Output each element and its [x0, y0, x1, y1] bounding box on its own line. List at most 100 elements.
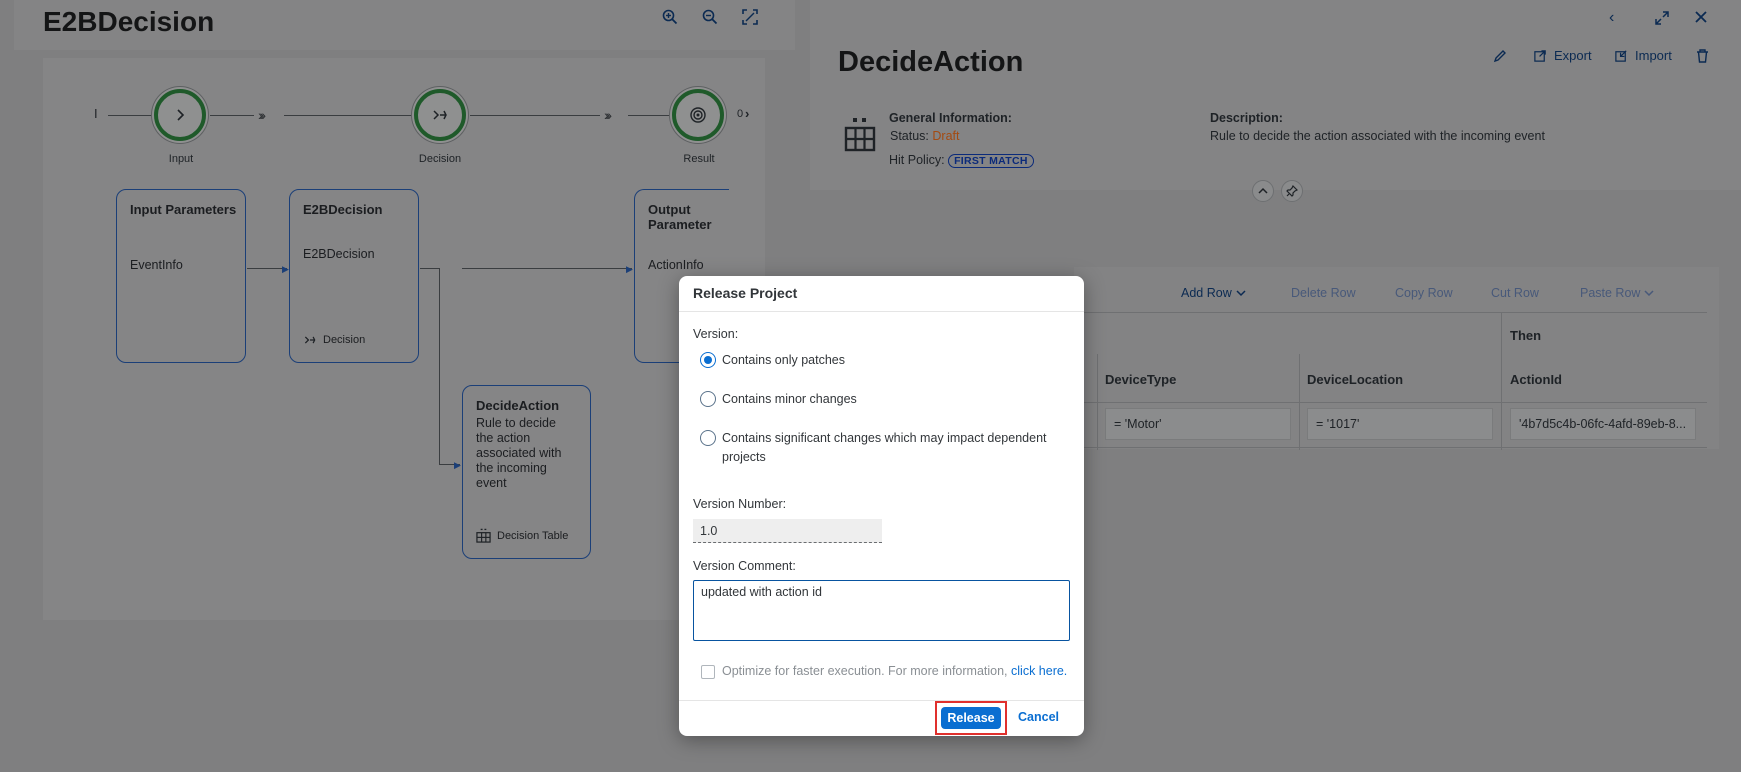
optimize-checkbox[interactable] [701, 665, 715, 679]
connector-line [247, 268, 287, 269]
chevron-down-icon [1236, 289, 1246, 297]
flow-node-label: Input [168, 153, 194, 165]
decideaction-box[interactable]: DecideAction Rule to decide the action a… [462, 385, 591, 559]
zoom-out-icon[interactable] [701, 8, 723, 30]
dialog-footer-divider [679, 700, 1084, 701]
target-icon [689, 106, 707, 124]
click-here-link[interactable]: click here. [1011, 664, 1067, 678]
box-footer: Decision [303, 333, 365, 347]
dialog-header-divider [679, 311, 1084, 312]
radio-selected-dot [704, 356, 712, 364]
table-cell[interactable]: = '1017' [1307, 408, 1493, 440]
radio-label[interactable]: Contains only patches [722, 351, 845, 370]
box-text: EventInfo [130, 258, 183, 272]
table-divider [1074, 402, 1707, 403]
flow-line [284, 115, 414, 116]
page-title: E2BDecision [43, 6, 215, 37]
box-title: Input Parameters [130, 202, 237, 217]
general-info-heading: General Information: [889, 111, 1012, 125]
table-divider [1074, 447, 1707, 448]
delete-row-button[interactable]: Delete Row [1291, 286, 1356, 300]
fit-screen-icon[interactable] [741, 8, 763, 30]
flow-arrow-icon: ››› [258, 107, 266, 123]
scroll-right-icon[interactable]: › [745, 106, 749, 121]
paste-row-label: Paste Row [1580, 286, 1641, 300]
version-label: Version: [693, 327, 739, 341]
flow-line [470, 115, 600, 116]
flow-line [108, 115, 154, 116]
decision-icon [431, 106, 449, 124]
box-footer: Decision Table [476, 528, 568, 543]
description-label: Description: [1210, 111, 1283, 125]
zoom-in-icon[interactable] [661, 8, 683, 30]
pin-icon [1286, 185, 1298, 197]
add-row-label: Add Row [1181, 286, 1232, 300]
expand-icon[interactable] [1654, 10, 1676, 32]
box-text: E2BDecision [303, 247, 375, 261]
release-highlight: Release [935, 701, 1007, 735]
input-parameters-box[interactable]: Input Parameters EventInfo [116, 189, 246, 363]
delete-icon[interactable] [1695, 48, 1710, 64]
status-row: Status: Draft [890, 129, 960, 143]
column-header[interactable]: ActionId [1510, 372, 1562, 387]
flow-arrow-icon: ››› [604, 107, 612, 123]
box-text: Rule to decide the action associated wit… [476, 416, 562, 490]
close-icon[interactable] [1694, 10, 1716, 32]
version-number-field[interactable]: 1.0 [693, 519, 882, 543]
version-comment-textarea[interactable]: updated with action id [693, 580, 1070, 641]
export-button[interactable]: Export [1533, 48, 1592, 63]
decision-table-icon [842, 114, 878, 154]
collapse-header-button[interactable] [1252, 180, 1274, 202]
flow-line [628, 115, 672, 116]
connector-arrow-icon: ▶ [282, 264, 289, 274]
import-button[interactable]: Import [1614, 48, 1672, 63]
then-header: Then [1510, 328, 1542, 343]
chevron-up-icon [1258, 187, 1268, 195]
decision-table-title: DecideAction [838, 46, 1024, 78]
column-header[interactable]: DeviceType [1105, 372, 1176, 387]
version-comment-label: Version Comment: [693, 559, 796, 573]
import-icon [1614, 48, 1629, 63]
flow-node-input[interactable] [154, 89, 206, 141]
connector-line [462, 268, 632, 269]
description-text: Rule to decide the action associated wit… [1210, 129, 1545, 143]
hit-policy-badge: FIRST MATCH [948, 154, 1034, 168]
connector-arrow-icon: ▶ [626, 264, 633, 274]
flow-node-result[interactable] [672, 89, 724, 141]
box-title: Output Parameter [648, 202, 712, 232]
box-footer-label: Decision Table [497, 529, 569, 542]
optimize-label: Optimize for faster execution. For more … [722, 664, 1008, 678]
connector-arrow-icon: ▶ [454, 460, 461, 470]
box-title: E2BDecision [303, 202, 383, 217]
connector-line [420, 268, 440, 269]
table-cell[interactable]: = 'Motor' [1105, 408, 1291, 440]
release-button[interactable]: Release [941, 707, 1001, 729]
cancel-button[interactable]: Cancel [1018, 710, 1059, 724]
box-title: DecideAction [476, 398, 560, 413]
cut-row-button[interactable]: Cut Row [1491, 286, 1539, 300]
radio-label[interactable]: Contains minor changes [722, 390, 857, 409]
chevron-left-icon[interactable]: ‹ [1609, 9, 1614, 27]
column-header[interactable]: DeviceLocation [1307, 372, 1403, 387]
connector-line [439, 268, 440, 465]
flow-node-decision[interactable] [414, 89, 466, 141]
paste-row-button[interactable]: Paste Row [1580, 286, 1654, 300]
export-icon [1533, 48, 1548, 63]
radio-significant-changes[interactable] [700, 430, 716, 446]
flow-start-marker: I [94, 106, 98, 121]
e2bdecision-box[interactable]: E2BDecision E2BDecision Decision [289, 189, 419, 363]
dialog-title: Release Project [693, 285, 798, 301]
add-row-button[interactable]: Add Row [1181, 286, 1246, 300]
table-cell[interactable]: '4b7d5c4b-06fc-4afd-89eb-8... [1510, 408, 1696, 440]
pin-header-button[interactable] [1281, 180, 1303, 202]
edit-icon[interactable] [1492, 48, 1508, 64]
decision-icon [303, 333, 317, 347]
radio-minor-changes[interactable] [700, 391, 716, 407]
release-project-dialog: Release Project Version: Contains only p… [679, 276, 1084, 736]
box-text: ActionInfo [648, 258, 704, 272]
status-badge: Draft [932, 129, 960, 143]
radio-label[interactable]: Contains significant changes which may i… [722, 429, 1062, 467]
radio-patches[interactable] [700, 352, 716, 368]
copy-row-button[interactable]: Copy Row [1395, 286, 1453, 300]
box-footer-label: Decision [323, 334, 366, 346]
